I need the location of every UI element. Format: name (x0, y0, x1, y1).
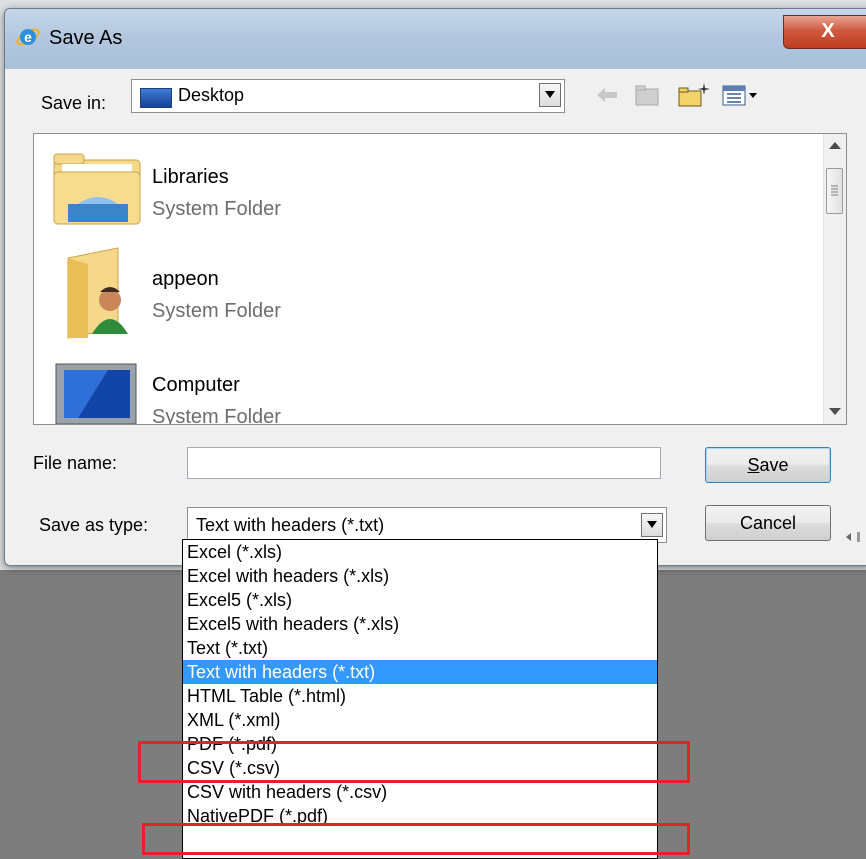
user-folder-icon (67, 247, 128, 339)
save-in-value: Desktop (178, 85, 245, 105)
item-name: Computer (152, 374, 240, 396)
item-name: Libraries (152, 166, 229, 188)
back-arrow-icon[interactable] (595, 81, 619, 109)
save-in-label: Save in: (41, 93, 107, 113)
save-as-type-dropdown-button[interactable] (641, 513, 663, 537)
save-button[interactable]: Save (705, 447, 831, 483)
desktop-icon (140, 88, 172, 108)
item-name: appeon (152, 268, 219, 290)
list-item-appeon[interactable]: appeon System Folder (48, 244, 748, 344)
title-bar: e Save As (5, 9, 866, 69)
save-as-type-combo[interactable]: Text with headers (*.txt) (187, 507, 667, 543)
libraries-folder-icon (53, 153, 141, 225)
window-title: Save As (49, 27, 123, 49)
option-html-table[interactable]: HTML Table (*.html) (183, 684, 657, 708)
close-button[interactable]: X (783, 15, 866, 49)
up-folder-icon[interactable] (633, 81, 661, 109)
item-type: System Folder (152, 406, 281, 425)
item-type: System Folder (152, 300, 281, 322)
file-name-input[interactable] (187, 447, 661, 479)
scrollbar-thumb[interactable] (826, 168, 843, 214)
cancel-button[interactable]: Cancel (705, 505, 831, 541)
scroll-down-arrow-icon[interactable] (829, 408, 841, 416)
chevron-down-icon (545, 91, 555, 98)
view-menu-icon[interactable] (721, 81, 761, 109)
option-xml[interactable]: XML (*.xml) (183, 708, 657, 732)
list-item-computer[interactable]: Computer System Folder (48, 350, 748, 425)
highlight-box-nativepdf (142, 823, 690, 855)
option-excel-headers[interactable]: Excel with headers (*.xls) (183, 564, 657, 588)
save-as-type-value: Text with headers (*.txt) (196, 515, 385, 535)
scroll-left-arrow-icon (846, 532, 860, 542)
chevron-down-icon (647, 521, 657, 528)
option-csv-headers[interactable]: CSV with headers (*.csv) (183, 780, 657, 804)
file-name-label: File name: (33, 453, 118, 473)
save-as-type-dropdown-list[interactable]: Excel (*.xls) Excel with headers (*.xls)… (182, 539, 658, 859)
dialog-body: Save in: Desktop Libraries System Folder… (9, 71, 866, 565)
internet-explorer-icon: e (16, 28, 40, 46)
list-item-libraries[interactable]: Libraries System Folder (48, 142, 748, 242)
grip-icon (831, 185, 838, 196)
option-text[interactable]: Text (*.txt) (183, 636, 657, 660)
save-in-dropdown-button[interactable] (539, 83, 561, 107)
save-hotkey: S (747, 455, 760, 475)
save-label-rest: ave (759, 455, 789, 475)
option-text-headers[interactable]: Text with headers (*.txt) (183, 660, 657, 684)
file-list[interactable]: Libraries System Folder appeon System Fo… (33, 133, 847, 425)
svg-text:e: e (24, 29, 32, 45)
option-excel5-headers[interactable]: Excel5 with headers (*.xls) (183, 612, 657, 636)
option-excel[interactable]: Excel (*.xls) (183, 540, 657, 564)
computer-icon (55, 363, 137, 424)
new-folder-icon[interactable] (677, 81, 711, 109)
save-in-combo[interactable]: Desktop (131, 79, 565, 113)
save-as-dialog: e Save As X Save in: Desktop Libraries S… (4, 8, 866, 566)
vertical-scrollbar[interactable] (823, 134, 846, 424)
save-as-type-label: Save as type: (39, 515, 149, 535)
item-type: System Folder (152, 198, 281, 220)
scroll-up-arrow-icon[interactable] (829, 142, 841, 150)
highlight-box-pdf (138, 741, 690, 783)
option-excel5[interactable]: Excel5 (*.xls) (183, 588, 657, 612)
